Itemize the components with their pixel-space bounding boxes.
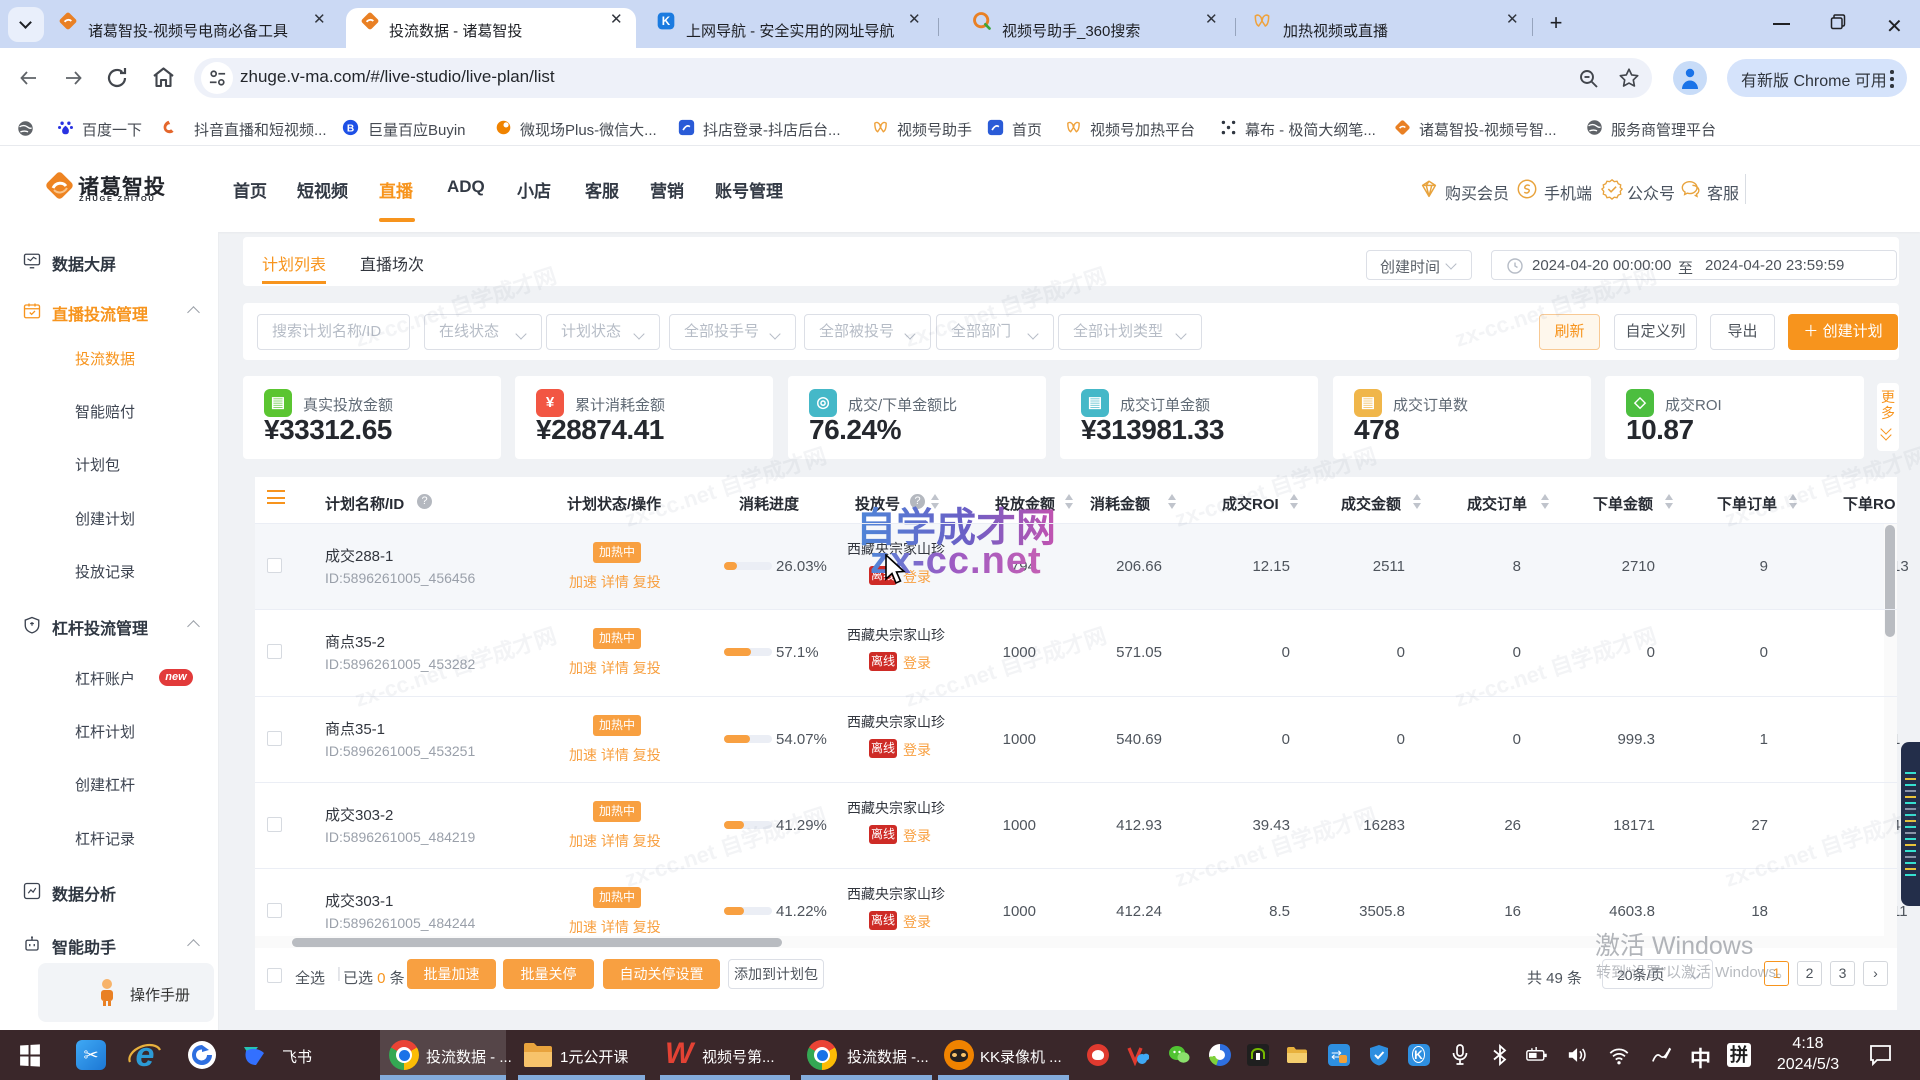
svg-text:K: K xyxy=(662,15,671,28)
svg-text:B: B xyxy=(347,123,354,134)
